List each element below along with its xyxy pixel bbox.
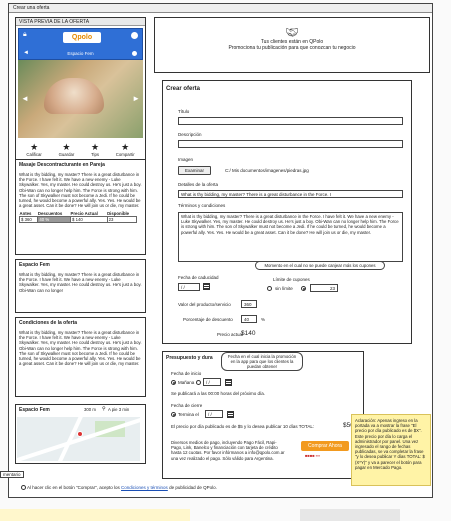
start-label: Fecha de inicio [171, 371, 202, 376]
discount-unit: % [261, 317, 266, 322]
title-label: Título [178, 109, 190, 114]
star-icon: ★ [91, 142, 100, 152]
image-path: C:/ Mis documentos/imagenes/piedras.jpg [225, 168, 309, 173]
create-offer-window: Crear una oferta VISTA PREVIA DE LA OFER… [8, 3, 433, 498]
offer-summary-block: Masaje Descontracturante en Pareja What … [15, 159, 146, 255]
preview-header: VISTA PREVIA DE LA OFERTA [16, 18, 145, 26]
details-input[interactable]: What is thy bidding, my master? There is… [178, 190, 403, 198]
lock-icon: 🔒︎ [23, 31, 27, 38]
dot-icon [132, 51, 137, 56]
conditions-title: Condiciones de la oferta [19, 320, 78, 326]
calendar-icon[interactable] [203, 283, 210, 290]
comment-tag: mentario [0, 471, 24, 478]
payment-logos: ■■■■ ▪▪▪ [305, 453, 321, 458]
terms-label: Términos y condiciones [178, 203, 226, 208]
coupon-limit-label: Límite de cupones [273, 277, 310, 282]
product-value-label: Valor del producto/servicio [178, 302, 231, 307]
map-view[interactable] [17, 417, 140, 461]
end-radio[interactable] [171, 412, 176, 417]
description-input[interactable] [178, 140, 403, 148]
business-block: Espacio Fem What is thy bidding, my mast… [15, 259, 146, 313]
val-available: 23 [106, 216, 138, 224]
current-price-label: Precio actual [217, 332, 244, 337]
footer-prefix: Al hacer clic en el botón "Comprar", ace… [27, 485, 120, 490]
offer-summary-title: Masaje Descontracturante en Pareja [19, 162, 105, 168]
window-title: Crear una oferta [9, 4, 432, 13]
end-label: Fecha de cierre [171, 403, 203, 408]
buy-now-button[interactable]: Comprar Ahora [301, 441, 349, 451]
payment-text: Diversos medios de pago, incluyendo Pago… [171, 440, 285, 461]
business-text: What is thy bidding, my master? There is… [19, 272, 142, 293]
footer-suffix: de publicidad de QPolo. [169, 485, 217, 490]
product-value-input[interactable]: 360 [241, 300, 257, 308]
offer-preview: VISTA PREVIA DE LA OFERTA 🔒︎ Qpolo ◄ Esp… [15, 17, 146, 167]
details-label: Detalles de la oferta [178, 182, 219, 187]
create-offer-form: Crear oferta Título Descripción Imagen E… [162, 80, 412, 344]
map-walk: A pie 3 min [108, 407, 130, 412]
val-before: $ 360 [18, 216, 39, 224]
description-label: Descripción [178, 132, 202, 137]
slide-label: Espacio Fem [67, 51, 94, 56]
star-icon: ★ [62, 142, 71, 152]
image-label: Imagen [178, 157, 194, 162]
handshake-icon: 🤝︎ [285, 27, 299, 39]
next-arrow-icon[interactable]: ► [132, 94, 140, 103]
conditions-text: What is thy bidding, my master? There is… [19, 330, 142, 367]
val-discount: 40 % [37, 216, 72, 224]
conditions-block: Condiciones de la oferta What is thy bid… [15, 317, 146, 397]
admin-note: Aclaración: Apenas ingreso en la portada… [351, 414, 431, 486]
discount-label: Porcentaje de descuento [183, 317, 233, 322]
coupon-limit-input[interactable]: 23 [310, 284, 338, 292]
no-limit-label: sin límite [275, 286, 293, 291]
calendar-icon[interactable] [227, 411, 234, 418]
toggle-icon[interactable] [131, 32, 138, 39]
map-pin-icon [77, 431, 83, 437]
publish-note: Se publicará a las 00:00 horas del próxi… [171, 391, 266, 396]
val-current: $ 140 [70, 216, 108, 224]
bottom-bar [0, 509, 190, 521]
walk-icon: ⚲ [102, 406, 106, 412]
promo-line2: Promociona tu publicación para que conoz… [228, 45, 356, 51]
terms-textarea[interactable]: What is thy bidding, my master? There is… [178, 212, 403, 262]
offer-summary-text: What is thy bidding, my master? There is… [19, 172, 142, 209]
offer-photo: ◄ ► [18, 60, 143, 138]
end-date-input[interactable]: / / [205, 410, 223, 418]
budget-section: Presupuesto y dura Fecha en el cual inic… [162, 351, 364, 479]
map-title: Espacio Fem [19, 407, 50, 413]
star-icon: ★ [121, 142, 130, 152]
expiry-callout: Momento en el cual no se puede canjear m… [255, 261, 385, 270]
tomorrow-radio[interactable] [171, 380, 176, 385]
start-date-radio[interactable] [196, 380, 201, 385]
price-line: El precio por día publicado es de $5 y l… [171, 424, 315, 429]
limit-radio[interactable] [301, 286, 306, 291]
terms-footer: Al hacer clic en el botón "Comprar", ace… [21, 485, 217, 491]
prev-arrow-icon[interactable]: ◄ [21, 94, 29, 103]
terms-link[interactable]: Condiciones y términos [121, 485, 168, 490]
calendar-icon[interactable] [225, 379, 232, 386]
expiry-label: Fecha de caducidad [178, 275, 219, 280]
map-distance: 300 m [84, 407, 96, 412]
discount-input[interactable]: 40 [241, 315, 257, 323]
accept-terms-checkbox[interactable] [21, 485, 26, 491]
price-table: Antes Descuentos Precio Actual Disponibl… [18, 211, 138, 224]
current-price-value: $140 [241, 330, 256, 337]
map-block: Espacio Fem 300 m ⚲ A pie 3 min [15, 404, 146, 464]
title-input[interactable] [178, 117, 403, 125]
form-heading: Crear oferta [166, 86, 201, 92]
app-header-bar: 🔒︎ Qpolo ◄ Espacio Fem [18, 28, 143, 60]
business-title: Espacio Fem [19, 262, 50, 268]
star-icon: ★ [30, 142, 39, 152]
promo-info: 🤝︎ Tus clientes están en QPolo Promocion… [154, 17, 430, 73]
app-logo: Qpolo [63, 32, 101, 43]
start-callout: Fecha en el cual inicia la promoción en … [221, 352, 303, 371]
end-option-label: Termina el [178, 412, 199, 417]
tomorrow-label: Mañana [178, 380, 195, 385]
bottom-bar-grey [300, 509, 400, 521]
no-limit-radio[interactable] [267, 286, 272, 291]
browse-button[interactable]: Examinar [178, 166, 212, 175]
start-date-input[interactable]: / / [203, 378, 221, 386]
expiry-input[interactable]: / / [178, 283, 200, 291]
